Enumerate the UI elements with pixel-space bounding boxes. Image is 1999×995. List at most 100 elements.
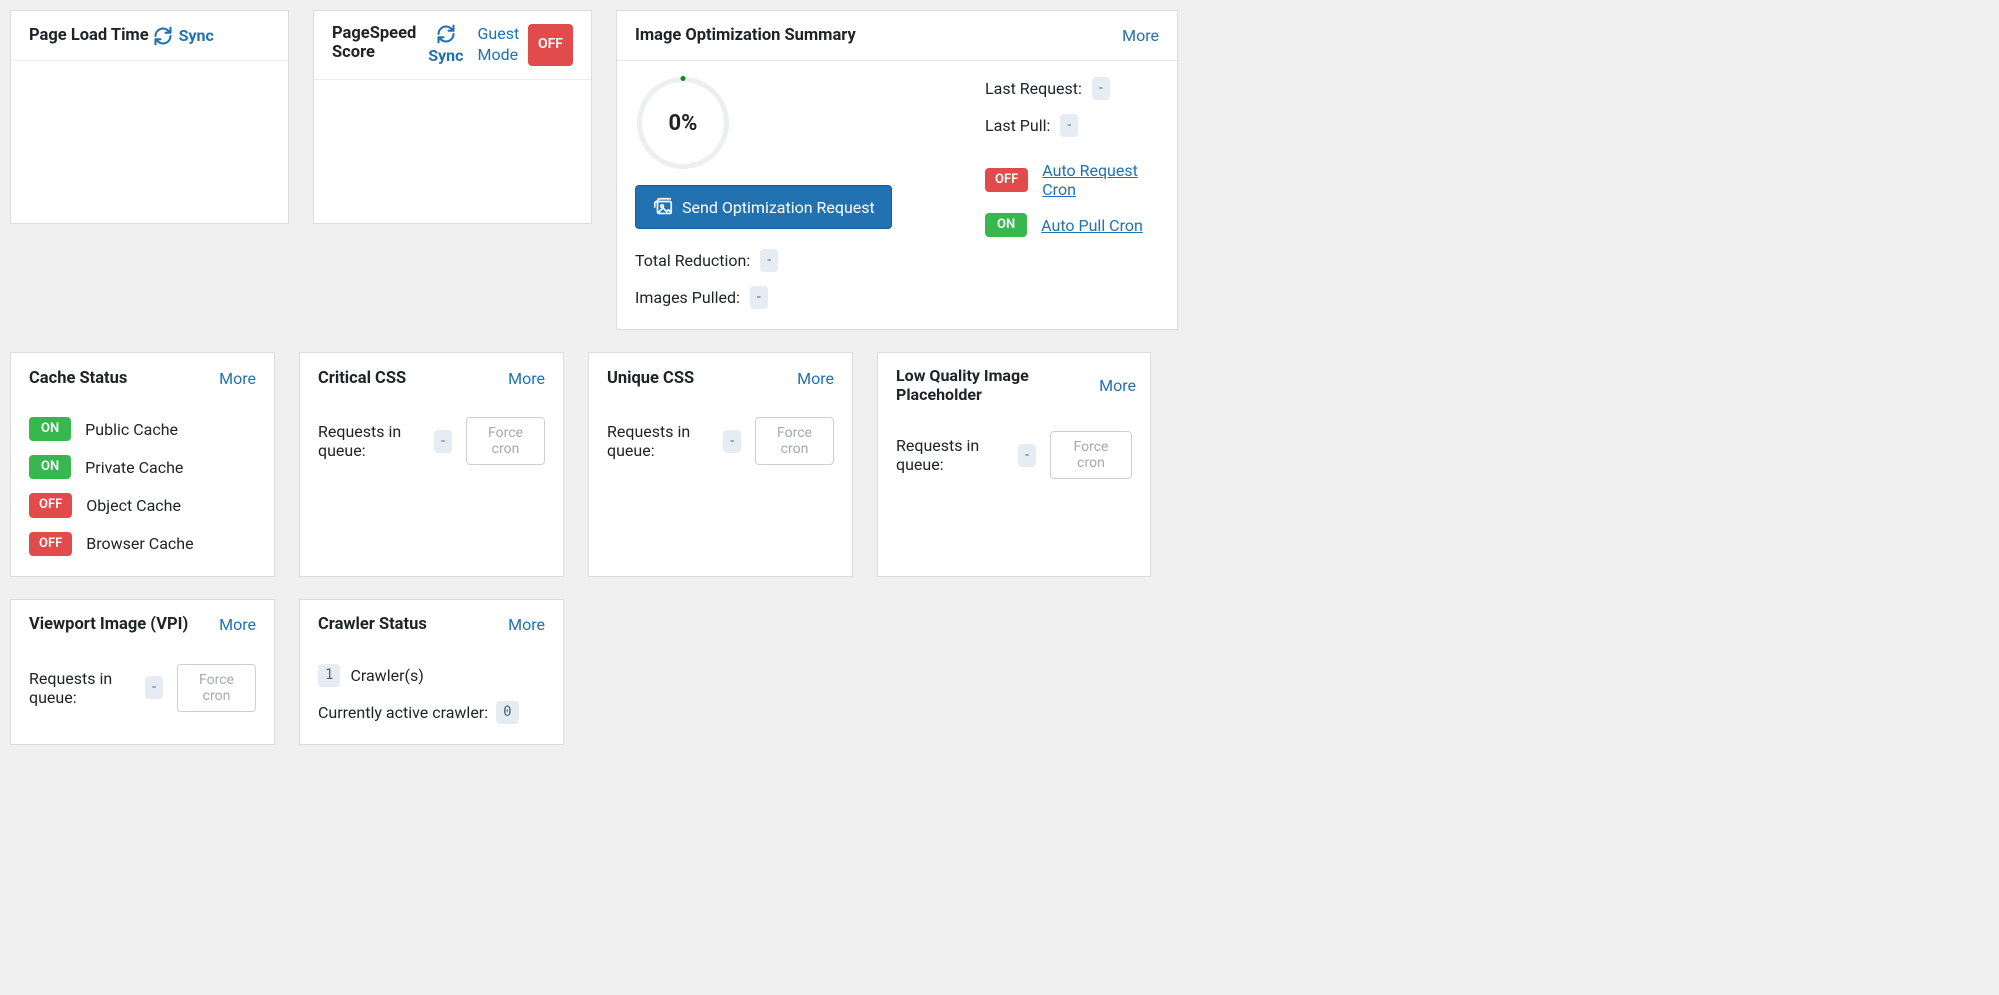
send-optimization-request-button[interactable]: Send Optimization Request xyxy=(635,185,892,229)
card-header: Critical CSS More xyxy=(300,353,563,403)
last-pull-label: Last Pull: xyxy=(985,116,1050,135)
guest-mode-state-badge: OFF xyxy=(528,24,573,66)
pagespeed-title: PageSpeed Score xyxy=(332,24,416,62)
card-body: Requests in queue: - Force cron xyxy=(878,417,1150,576)
total-reduction-value: - xyxy=(760,249,778,272)
sync-icon[interactable] xyxy=(153,26,173,46)
guest-mode-l1: Guest xyxy=(477,24,519,45)
card-body xyxy=(314,80,591,223)
more-link[interactable]: More xyxy=(508,369,545,388)
auto-pull-cron-link[interactable]: Auto Pull Cron xyxy=(1041,216,1143,235)
auto-request-cron-link[interactable]: Auto Request Cron xyxy=(1042,161,1159,199)
sync-link[interactable]: Sync xyxy=(179,26,214,45)
state-badge: OFF xyxy=(29,532,72,556)
card-body: Requests in queue: - Force cron xyxy=(300,403,563,576)
more-link[interactable]: More xyxy=(797,369,834,388)
queue-label: Requests in queue: xyxy=(318,422,426,460)
more-link[interactable]: More xyxy=(219,369,256,388)
card-pagespeed-score: PageSpeed Score Sync Guest Mode OFF xyxy=(313,10,592,224)
last-request-value: - xyxy=(1092,77,1110,100)
card-page-load-time: Page Load Time Sync xyxy=(10,10,289,224)
pagespeed-title-l1: PageSpeed xyxy=(332,24,416,43)
card-cache-status: Cache Status More ON Public Cache ON Pri… xyxy=(10,352,275,577)
queue-value: - xyxy=(434,430,452,453)
card-body: 1 Crawler(s) Currently active crawler: 0 xyxy=(300,650,563,744)
state-badge: ON xyxy=(29,455,71,479)
sync-icon[interactable] xyxy=(436,24,456,44)
card-body: 0% Send Optimization Request Total Reduc… xyxy=(617,61,1177,329)
image-opt-gauge: 0% xyxy=(637,77,729,169)
gauge-dot xyxy=(681,76,686,81)
sync-group: Sync xyxy=(428,24,463,65)
queue-label: Requests in queue: xyxy=(29,669,137,707)
image-opt-percent: 0% xyxy=(637,77,729,169)
force-cron-button[interactable]: Force cron xyxy=(177,664,256,712)
card-header: Low Quality Image Placeholder More xyxy=(878,353,1150,417)
last-pull-value: - xyxy=(1060,114,1078,137)
card-lqip: Low Quality Image Placeholder More Reque… xyxy=(877,352,1151,577)
card-header: Crawler Status More xyxy=(300,600,563,650)
force-cron-button[interactable]: Force cron xyxy=(755,417,834,465)
more-link[interactable]: More xyxy=(508,615,545,634)
images-pulled-label: Images Pulled: xyxy=(635,288,740,307)
last-request-label: Last Request: xyxy=(985,79,1082,98)
more-link[interactable]: More xyxy=(219,615,256,634)
guest-mode-link[interactable]: Guest Mode xyxy=(477,24,519,66)
card-image-optimization: Image Optimization Summary More 0% Send … xyxy=(616,10,1178,330)
active-crawler-label: Currently active crawler: xyxy=(318,703,488,722)
state-badge: ON xyxy=(29,417,71,441)
force-cron-button[interactable]: Force cron xyxy=(1050,431,1132,479)
auto-request-cron-state: OFF xyxy=(985,168,1028,192)
card-header: PageSpeed Score Sync Guest Mode OFF xyxy=(314,11,591,80)
more-link[interactable]: More xyxy=(1122,26,1159,45)
lqip-title: Low Quality Image Placeholder xyxy=(896,366,1093,404)
images-icon xyxy=(652,196,674,218)
more-link[interactable]: More xyxy=(1099,376,1136,395)
card-body: ON Public Cache ON Private Cache OFF Obj… xyxy=(11,403,274,576)
crawler-count-label: Crawler(s) xyxy=(350,666,423,685)
cache-item-label: Object Cache xyxy=(86,496,181,515)
card-body: Requests in queue: - Force cron xyxy=(11,650,274,744)
cache-item-public: ON Public Cache xyxy=(29,417,256,441)
image-opt-left: 0% Send Optimization Request Total Reduc… xyxy=(635,77,945,313)
cache-item-browser: OFF Browser Cache xyxy=(29,532,256,556)
page-load-time-title: Page Load Time xyxy=(29,26,149,45)
vpi-title: Viewport Image (VPI) xyxy=(29,615,188,634)
card-header: Viewport Image (VPI) More xyxy=(11,600,274,650)
queue-value: - xyxy=(723,430,741,453)
queue-label: Requests in queue: xyxy=(896,436,1010,474)
queue-label: Requests in queue: xyxy=(607,422,715,460)
images-pulled-value: - xyxy=(750,286,768,309)
card-header: Page Load Time Sync xyxy=(11,11,288,61)
cache-item-private: ON Private Cache xyxy=(29,455,256,479)
critical-css-title: Critical CSS xyxy=(318,369,406,388)
crawler-title: Crawler Status xyxy=(318,615,427,634)
total-reduction-label: Total Reduction: xyxy=(635,251,750,270)
card-body: Requests in queue: - Force cron xyxy=(589,403,852,576)
cache-item-label: Public Cache xyxy=(85,420,178,439)
card-critical-css: Critical CSS More Requests in queue: - F… xyxy=(299,352,564,577)
active-crawler-id: 0 xyxy=(496,701,518,724)
card-body xyxy=(11,61,288,223)
image-opt-right: Last Request: - Last Pull: - OFF Auto Re… xyxy=(985,77,1159,313)
crawler-count: 1 xyxy=(318,664,340,687)
guest-mode-l2: Mode xyxy=(477,45,518,66)
cache-item-label: Browser Cache xyxy=(86,534,193,553)
send-optimization-label: Send Optimization Request xyxy=(682,198,875,217)
queue-value: - xyxy=(145,676,163,699)
auto-pull-cron-state: ON xyxy=(985,213,1027,237)
card-unique-css: Unique CSS More Requests in queue: - For… xyxy=(588,352,853,577)
card-header: Image Optimization Summary More xyxy=(617,11,1177,61)
force-cron-button[interactable]: Force cron xyxy=(466,417,545,465)
queue-value: - xyxy=(1018,444,1036,467)
sync-link[interactable]: Sync xyxy=(428,46,463,65)
unique-css-title: Unique CSS xyxy=(607,369,694,388)
cache-item-object: OFF Object Cache xyxy=(29,493,256,517)
card-header: Cache Status More xyxy=(11,353,274,403)
card-vpi: Viewport Image (VPI) More Requests in qu… xyxy=(10,599,275,745)
image-opt-title: Image Optimization Summary xyxy=(635,26,856,45)
pagespeed-title-l2: Score xyxy=(332,43,416,62)
cache-item-label: Private Cache xyxy=(85,458,183,477)
state-badge: OFF xyxy=(29,493,72,517)
card-header: Unique CSS More xyxy=(589,353,852,403)
